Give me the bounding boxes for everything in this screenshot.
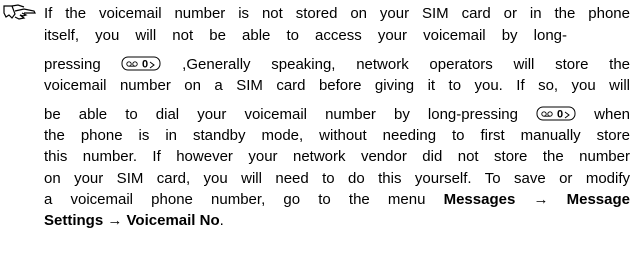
menu-message: Message [566, 191, 630, 208]
text-line-1: If the voicemail number is not stored on… [44, 5, 630, 22]
period: . [219, 212, 224, 229]
text-line-2: itself, you will not be able to access y… [44, 27, 567, 44]
text-line-9: a voicemail phone number, go to the menu… [44, 191, 630, 209]
text-line-5: be able to dial your voicemail number by… [44, 106, 630, 124]
text-line-10: Settings → Voicemail No. [44, 212, 630, 230]
note-icon [2, 3, 38, 21]
text-line-8: on your SIM card, you will need to do th… [44, 170, 630, 187]
dial-text: be able to dial your voicemail number by… [44, 106, 518, 123]
zero-voicemail-key-icon: 0 [121, 56, 161, 71]
svg-text:0: 0 [557, 109, 563, 121]
text-line-6: the phone is in standby mode, without ne… [44, 127, 630, 144]
when-text: when [594, 106, 630, 123]
menu-messages: Messages [443, 191, 516, 208]
menu-voicemail-no: Voicemail No [126, 212, 220, 229]
text-line-3: pressing 0 ,Generally speaking, network … [44, 56, 630, 74]
pressing-text: pressing [44, 56, 101, 73]
text-line-4: voicemail number on a SIM card before gi… [44, 77, 630, 94]
arrow-icon: → [107, 212, 123, 229]
menu-path-intro: a voicemail phone number, go to the menu [44, 191, 426, 208]
zero-voicemail-key-icon: 0 [536, 106, 576, 121]
menu-settings: Settings [44, 212, 104, 229]
svg-text:0: 0 [142, 59, 148, 71]
arrow-icon: → [533, 191, 549, 208]
text-line-7: this number. If however your network ven… [44, 148, 630, 165]
pressing-after-text: ,Generally speaking, network operators w… [182, 56, 630, 73]
